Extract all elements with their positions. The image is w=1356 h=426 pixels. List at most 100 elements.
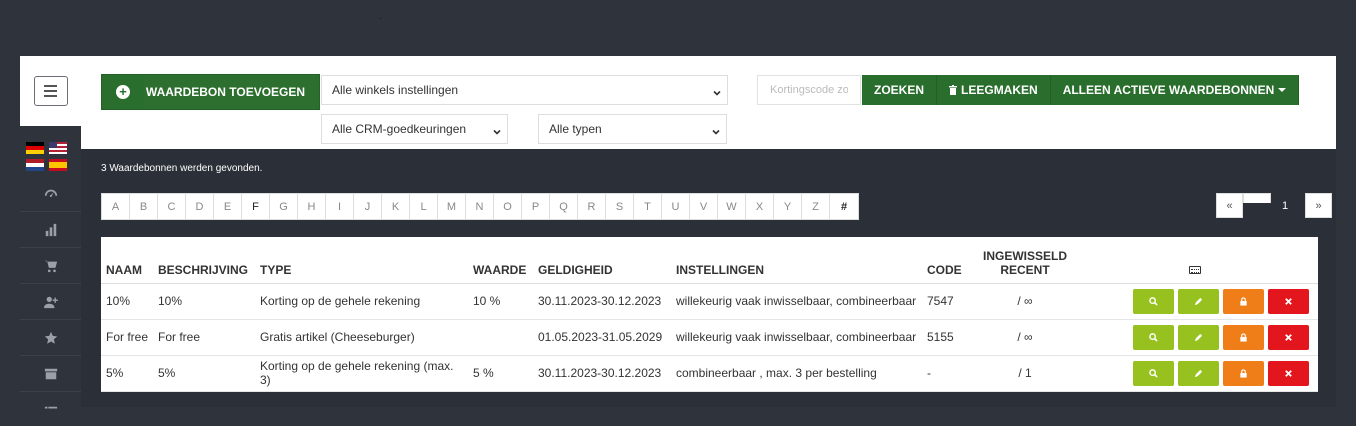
cell-type: Gratis artikel (Cheeseburger) (255, 319, 468, 356)
list-icon[interactable] (20, 392, 81, 412)
cell-validity: 01.05.2023-31.05.2029 (533, 319, 671, 356)
alphabet-letter[interactable]: Y (774, 194, 802, 219)
cell-type: Korting op de gehele rekening (255, 283, 468, 320)
redeemed-header-line1: INGEWISSELD (983, 248, 1068, 263)
alphabet-letter[interactable]: V (690, 194, 718, 219)
close-icon (1284, 297, 1293, 306)
cart-icon[interactable] (20, 248, 81, 284)
delete-voucher-button[interactable] (1268, 288, 1309, 314)
search-button-group: ZOEKEN LEEGMAKEN ALLEEN ACTIEVE WAARDEBO… (862, 75, 1300, 105)
cell-actions (1072, 283, 1318, 320)
view-voucher-button[interactable] (1133, 324, 1174, 350)
alphabet-letter[interactable]: E (214, 194, 242, 219)
alphabet-letter[interactable]: R (578, 194, 606, 219)
cell-settings: willekeurig vaak inwisselbaar, combineer… (671, 283, 922, 320)
table-header-row: NAAM BESCHRIJVING TYPE WAARDE GELDIGHEID… (101, 237, 1318, 284)
lock-voucher-button[interactable] (1223, 324, 1264, 350)
edit-voucher-button[interactable] (1178, 288, 1219, 314)
col-redeemed-header[interactable]: INGEWISSELD RECENT (978, 237, 1073, 284)
cell-actions (1072, 355, 1318, 392)
star-icon[interactable] (20, 320, 81, 356)
pagination-next[interactable]: » (1305, 193, 1332, 218)
clear-label: LEEGMAKEN (961, 83, 1038, 97)
alphabet-letter[interactable]: # (830, 194, 858, 219)
pagination-spacer (1243, 193, 1271, 203)
alphabet-letter[interactable]: G (270, 194, 298, 219)
flag-es-icon[interactable] (49, 159, 67, 171)
types-select[interactable]: Alle typen (538, 114, 727, 144)
dashboard-icon[interactable] (20, 176, 81, 212)
alphabet-letter[interactable]: A (102, 194, 130, 219)
voucher-code-search-input[interactable] (757, 75, 861, 105)
cell-code: 5155 (922, 319, 978, 356)
flag-nl-icon[interactable] (26, 159, 44, 171)
view-voucher-button[interactable] (1133, 360, 1174, 386)
view-voucher-button[interactable] (1133, 288, 1174, 314)
delete-voucher-button[interactable] (1268, 324, 1309, 350)
chevron-down-icon (713, 86, 721, 96)
search-button[interactable]: ZOEKEN (862, 75, 938, 105)
col-type-header[interactable]: TYPE (255, 237, 468, 284)
plus-icon: + (102, 75, 144, 109)
pagination-current[interactable]: 1 (1271, 193, 1299, 218)
alphabet-letter[interactable]: J (354, 194, 382, 219)
flag-us-icon[interactable] (49, 142, 67, 154)
alphabet-letter[interactable]: F (242, 194, 270, 219)
alphabet-letter[interactable]: W (718, 194, 746, 219)
search-icon (1149, 332, 1158, 342)
chart-icon[interactable] (20, 212, 81, 248)
col-settings-header[interactable]: INSTELLINGEN (671, 237, 922, 284)
sidebar-nav (20, 176, 81, 412)
cell-description: For free (153, 319, 255, 356)
alphabet-letter[interactable]: O (494, 194, 522, 219)
shops-select-value: Alle winkels instellingen (332, 83, 459, 97)
delete-voucher-button[interactable] (1268, 360, 1309, 386)
alphabet-letter[interactable]: K (382, 194, 410, 219)
row-actions (1077, 360, 1313, 386)
table-row: 10% 10% Korting op de gehele rekening 10 % 3… (101, 283, 1318, 320)
redeemed-header-line2: RECENT (1000, 262, 1050, 277)
col-code-header[interactable]: CODE (922, 237, 978, 284)
keyboard-icon (1189, 265, 1201, 274)
lock-voucher-button[interactable] (1223, 288, 1264, 314)
user-plus-icon[interactable] (20, 284, 81, 320)
alphabet-letter[interactable]: H (298, 194, 326, 219)
flag-de-icon[interactable] (26, 142, 44, 154)
pagination-prev[interactable]: « (1216, 193, 1243, 218)
cell-redeemed: / 1 (978, 355, 1073, 392)
alphabet-letter[interactable]: U (662, 194, 690, 219)
add-voucher-button[interactable]: + WAARDEBON TOEVOEGEN (101, 74, 320, 110)
edit-voucher-button[interactable] (1178, 360, 1219, 386)
col-validity-header[interactable]: GELDIGHEID (533, 237, 671, 284)
cell-settings: combineerbaar , max. 3 per bestelling (671, 355, 922, 392)
alphabet-letter[interactable]: C (158, 194, 186, 219)
active-only-dropdown[interactable]: ALLEEN ACTIEVE WAARDEBONNEN (1050, 75, 1300, 105)
alphabet-letter[interactable]: I (326, 194, 354, 219)
cell-redeemed: / ∞ (978, 283, 1073, 320)
menu-toggle-button[interactable] (33, 76, 68, 106)
alphabet-letter[interactable]: L (410, 194, 438, 219)
cell-type: Korting op de gehele rekening (max. 3) (255, 355, 468, 392)
clear-button[interactable]: LEEGMAKEN (937, 75, 1051, 105)
alphabet-letter[interactable]: N (466, 194, 494, 219)
lock-voucher-button[interactable] (1223, 360, 1264, 386)
cell-value: 10 % (468, 283, 533, 320)
col-name-header[interactable]: NAAM (101, 237, 153, 284)
alphabet-letter[interactable]: Z (802, 194, 830, 219)
alphabet-letter[interactable]: X (746, 194, 774, 219)
types-select-value: Alle typen (549, 122, 602, 136)
alphabet-letter[interactable]: M (438, 194, 466, 219)
alphabet-letter[interactable]: B (130, 194, 158, 219)
cell-name: 5% (101, 355, 153, 392)
edit-voucher-button[interactable] (1178, 324, 1219, 350)
alphabet-letter[interactable]: T (634, 194, 662, 219)
shops-select[interactable]: Alle winkels instellingen (321, 75, 728, 105)
col-description-header[interactable]: BESCHRIJVING (153, 237, 255, 284)
alphabet-letter[interactable]: D (186, 194, 214, 219)
alphabet-letter[interactable]: S (606, 194, 634, 219)
crm-select[interactable]: Alle CRM-goedkeuringen (321, 114, 508, 144)
archive-icon[interactable] (20, 356, 81, 392)
alphabet-letter[interactable]: P (522, 194, 550, 219)
alphabet-letter[interactable]: Q (550, 194, 578, 219)
col-value-header[interactable]: WAARDE (468, 237, 533, 284)
